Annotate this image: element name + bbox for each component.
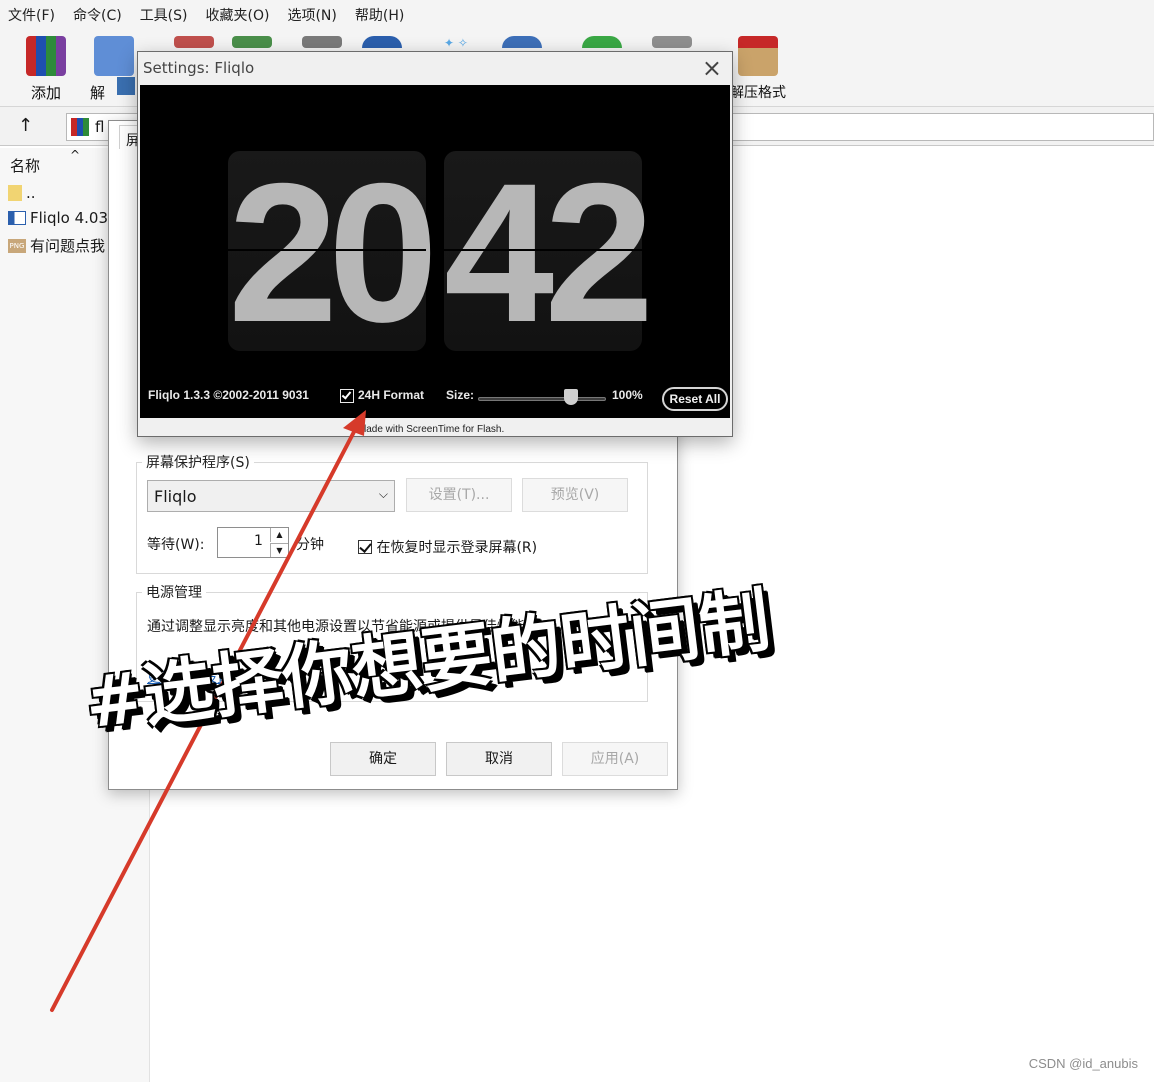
annotation-arrow xyxy=(50,410,366,1012)
arrowhead-icon xyxy=(343,410,366,436)
watermark: CSDN @id_anubis xyxy=(1028,1056,1138,1071)
